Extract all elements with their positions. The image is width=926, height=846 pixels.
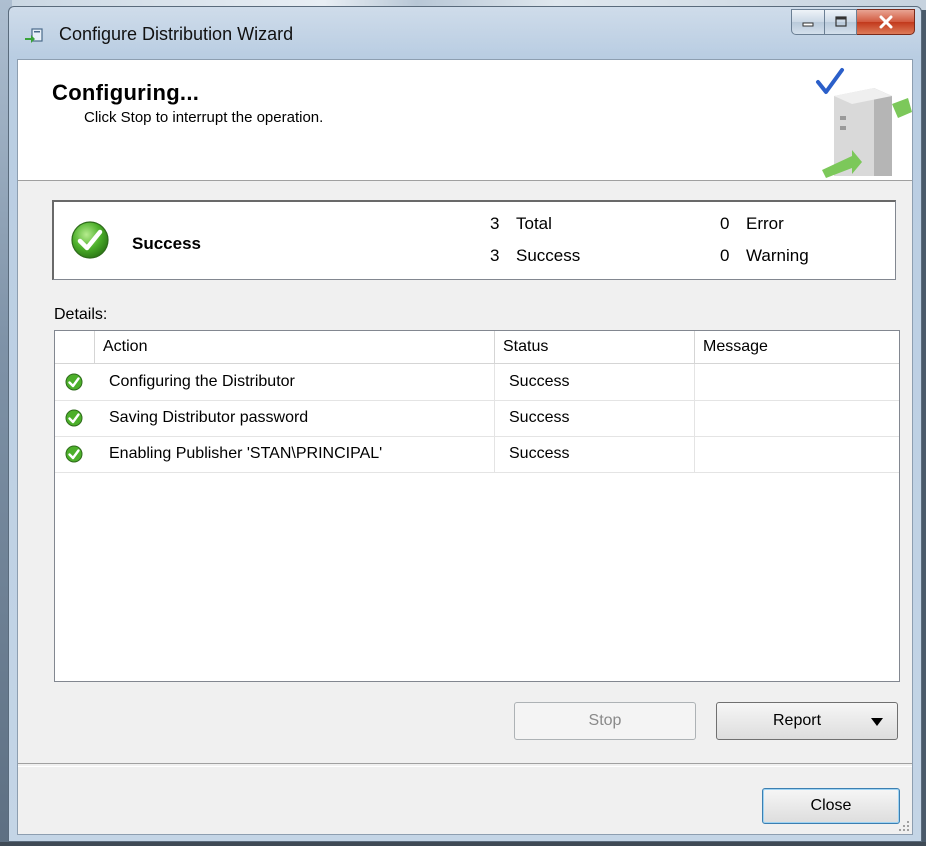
grid-header: Action Status Message bbox=[55, 331, 899, 364]
error-stat: 0 Error bbox=[720, 214, 784, 234]
total-count: 3 bbox=[490, 214, 500, 233]
window-title: Configure Distribution Wizard bbox=[59, 24, 294, 44]
wizard-client-area: Configuring... Click Stop to interrupt t… bbox=[17, 59, 913, 835]
details-grid[interactable]: Action Status Message Configuring the Di… bbox=[54, 330, 900, 682]
column-header-status[interactable]: Status bbox=[495, 331, 695, 363]
table-row[interactable]: Configuring the Distributor Success bbox=[55, 364, 899, 401]
success-label: Success bbox=[516, 246, 581, 265]
page-subtitle: Click Stop to interrupt the operation. bbox=[84, 109, 324, 126]
wizard-window: Configure Distribution Wizard Configurin… bbox=[8, 6, 922, 842]
table-row[interactable]: Enabling Publisher 'STAN\PRINCIPAL' Succ… bbox=[55, 436, 899, 473]
stop-button[interactable]: Stop bbox=[514, 702, 696, 740]
success-count: 3 bbox=[490, 246, 500, 265]
maximize-button[interactable] bbox=[825, 9, 857, 35]
error-label: Error bbox=[746, 214, 784, 233]
maximize-icon bbox=[834, 16, 847, 27]
wizard-header: Configuring... Click Stop to interrupt t… bbox=[18, 60, 912, 181]
title-bar[interactable]: Configure Distribution Wizard bbox=[9, 7, 921, 59]
table-row[interactable]: Saving Distributor password Success bbox=[55, 400, 899, 437]
resize-grip-icon[interactable] bbox=[896, 818, 910, 832]
total-stat: 3 Total bbox=[490, 214, 552, 234]
action-cell: Saving Distributor password bbox=[95, 400, 495, 436]
grid-header-icon-column[interactable] bbox=[55, 331, 95, 363]
dropdown-arrow-icon bbox=[871, 718, 883, 726]
warning-label: Warning bbox=[746, 246, 809, 265]
close-icon bbox=[879, 15, 892, 29]
status-cell: Success bbox=[495, 436, 695, 472]
column-header-action[interactable]: Action bbox=[95, 331, 495, 363]
close-button[interactable]: Close bbox=[762, 788, 900, 824]
message-cell bbox=[695, 400, 899, 436]
caption-buttons bbox=[791, 9, 915, 35]
summary-status: Success bbox=[132, 234, 201, 253]
total-label: Total bbox=[516, 214, 552, 233]
details-label: Details: bbox=[54, 306, 108, 323]
report-button-label: Report bbox=[773, 712, 822, 729]
message-cell bbox=[695, 364, 899, 400]
success-check-icon bbox=[65, 445, 83, 463]
warning-count: 0 bbox=[720, 246, 730, 265]
error-count: 0 bbox=[720, 214, 730, 233]
status-cell: Success bbox=[495, 400, 695, 436]
server-check-graphic bbox=[816, 68, 912, 178]
status-cell: Success bbox=[495, 364, 695, 400]
desktop-taskbar-edge bbox=[0, 842, 926, 846]
action-cell: Configuring the Distributor bbox=[95, 364, 495, 400]
report-button[interactable]: Report bbox=[716, 702, 898, 740]
wizard-icon bbox=[25, 28, 43, 43]
success-check-icon bbox=[65, 373, 83, 391]
footer-divider bbox=[18, 763, 912, 767]
success-check-icon bbox=[65, 409, 83, 427]
page-title: Configuring... bbox=[52, 80, 200, 105]
column-header-message[interactable]: Message bbox=[695, 331, 899, 363]
success-stat: 3 Success bbox=[490, 246, 580, 266]
message-cell bbox=[695, 436, 899, 472]
warning-stat: 0 Warning bbox=[720, 246, 809, 266]
close-window-button[interactable] bbox=[857, 9, 915, 35]
minimize-button[interactable] bbox=[791, 9, 825, 35]
summary-panel: Success 3 Total 3 Success 0 Error 0 Warning bbox=[52, 200, 896, 280]
minimize-icon bbox=[802, 22, 814, 27]
action-cell: Enabling Publisher 'STAN\PRINCIPAL' bbox=[95, 436, 495, 472]
success-check-icon bbox=[71, 221, 109, 259]
